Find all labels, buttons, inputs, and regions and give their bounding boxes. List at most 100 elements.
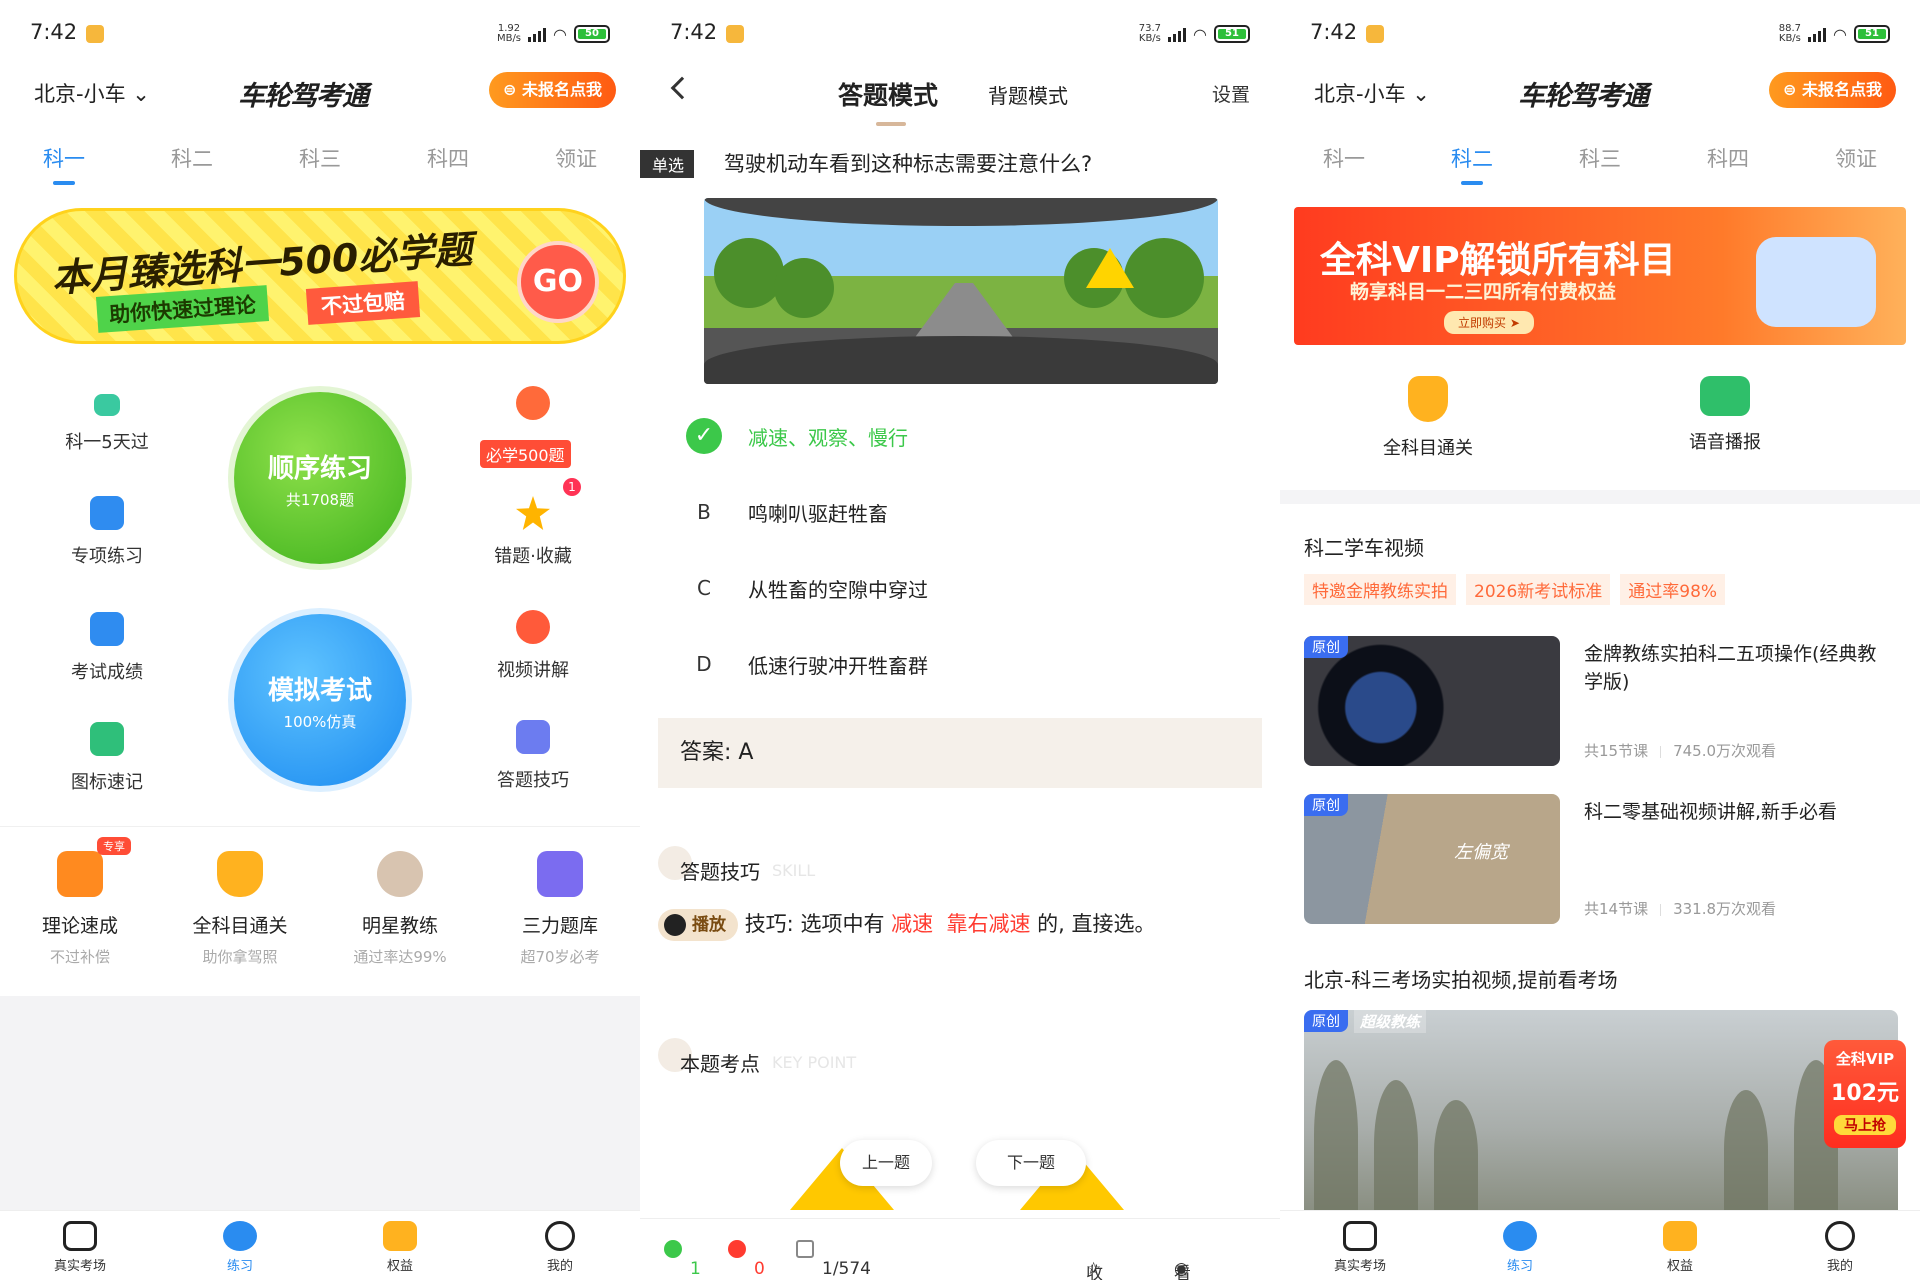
vip-offer-sticker[interactable]: 全科VIP 102元 马上抢 bbox=[1824, 1040, 1906, 1148]
question-type-badge: 单选 bbox=[640, 150, 695, 178]
tag: 特邀金牌教练实拍 bbox=[1304, 574, 1456, 605]
feature-row: 专享 理论速成 不过补偿 全科目通关 助你拿驾照 明星教练 通过率达99% 三力… bbox=[0, 826, 640, 996]
all-subjects-entry[interactable]: 全科目通关 bbox=[1328, 376, 1528, 460]
empty-area bbox=[0, 996, 640, 1211]
prev-question-button[interactable]: 上一题 bbox=[840, 1140, 932, 1186]
play-icon bbox=[516, 610, 550, 644]
city-selector[interactable]: 北京-小车 ⌄ bbox=[1314, 78, 1430, 108]
next-question-button[interactable]: 下一题 bbox=[976, 1140, 1086, 1186]
network-speed: 88.7 KB/s bbox=[1778, 23, 1802, 44]
tab-subject1[interactable]: 科一 bbox=[4, 135, 124, 195]
notification-icon bbox=[1366, 25, 1384, 43]
promo-banner[interactable]: 本月臻选科一500必学题 助你快速过理论 不过包赔 GO bbox=[14, 208, 626, 344]
question-progress[interactable]: 1/574 bbox=[796, 1239, 871, 1279]
tab-answer-mode[interactable]: 答题模式 bbox=[838, 76, 938, 112]
question-image bbox=[704, 198, 1218, 384]
video-lecture-entry[interactable]: 视频讲解 bbox=[458, 610, 608, 682]
nav-practice[interactable]: 练习 bbox=[1460, 1211, 1580, 1280]
tab-subject1[interactable]: 科一 bbox=[1284, 135, 1404, 195]
wrong-count: 0 bbox=[728, 1239, 765, 1279]
tab-subject2[interactable]: 科二 bbox=[1412, 135, 1532, 195]
video-item[interactable]: 原创 左偏宽 科二零基础视频讲解,新手必看 共14节课 331.8万次观看 bbox=[1304, 794, 1904, 924]
answer-tips-entry[interactable]: 答题技巧 bbox=[458, 720, 608, 792]
monitor-icon bbox=[1343, 1221, 1377, 1251]
coach-avatar bbox=[377, 851, 423, 897]
wrong-count-badge: 1 bbox=[563, 478, 581, 496]
vip-banner[interactable]: 全科VIP解锁所有科目 畅享科目一二三四所有付费权益 立即购买 ➤ bbox=[1294, 207, 1906, 345]
option-b[interactable]: B 鸣喇叭驱赶牲畜 bbox=[684, 492, 888, 532]
tab-license[interactable]: 领证 bbox=[516, 135, 636, 195]
status-bar: 7:42 73.7 KB/s ◠ 51 bbox=[640, 0, 1280, 68]
all-subjects-entry[interactable]: 全科目通关 助你拿驾照 bbox=[165, 827, 315, 996]
speaker-icon bbox=[664, 914, 686, 936]
question-bank-icon bbox=[537, 851, 583, 897]
signal-icon bbox=[1168, 26, 1187, 42]
nav-benefits[interactable]: 权益 bbox=[1620, 1211, 1740, 1280]
nav-practice[interactable]: 练习 bbox=[180, 1211, 300, 1280]
video-meta: 共15节课 745.0万次观看 bbox=[1584, 742, 1777, 760]
tag: 通过率98% bbox=[1620, 574, 1726, 605]
vip-icon bbox=[57, 851, 103, 897]
tab-recite-mode[interactable]: 背题模式 bbox=[988, 80, 1068, 109]
must500-entry[interactable] bbox=[458, 386, 608, 420]
shield-crown-icon bbox=[1408, 376, 1448, 422]
option-c[interactable]: C 从牲畜的空隙中穿过 bbox=[684, 568, 928, 608]
back-icon[interactable] bbox=[670, 76, 694, 100]
grab-now-button: 马上抢 bbox=[1834, 1115, 1896, 1135]
play-audio-button[interactable]: 播放 bbox=[658, 909, 738, 941]
settings-button[interactable]: 设置 bbox=[1212, 80, 1250, 107]
tip-keyword: 靠右减速 bbox=[946, 912, 1031, 936]
option-d[interactable]: D 低速行驶冲开牲畜群 bbox=[684, 644, 928, 684]
battery-icon: 50 bbox=[574, 25, 610, 43]
special-practice-entry[interactable]: 专项练习 bbox=[32, 496, 182, 568]
star-coach-entry[interactable]: 明星教练 通过率达99% bbox=[325, 827, 475, 996]
tab-subject3[interactable]: 科三 bbox=[1540, 135, 1660, 195]
nav-mine[interactable]: 我的 bbox=[500, 1211, 620, 1280]
exam-route-video[interactable]: 原创 超级教练 bbox=[1304, 1010, 1898, 1210]
nav-real-exam[interactable]: 真实考场 bbox=[1300, 1211, 1420, 1280]
status-time: 7:42 bbox=[670, 20, 718, 44]
mock-exam-button[interactable]: 模拟考试 100%仿真 bbox=[234, 614, 406, 786]
nav-benefits[interactable]: 权益 bbox=[340, 1211, 460, 1280]
order-practice-button[interactable]: 顺序练习 共1708题 bbox=[234, 392, 406, 564]
screen-question: 7:42 73.7 KB/s ◠ 51 答题模式 背题模式 设置 单选 驾驶机动… bbox=[640, 0, 1280, 1280]
top-header: 北京-小车 ⌄ 车轮驾考通 ⊜ 未报名点我 bbox=[0, 68, 640, 116]
wrong-fav-entry[interactable]: 错题·收藏 bbox=[458, 496, 608, 568]
notification-icon bbox=[86, 25, 104, 43]
city-selector[interactable]: 北京-小车 ⌄ bbox=[34, 78, 150, 108]
tab-subject2[interactable]: 科二 bbox=[132, 135, 252, 195]
vip-illustration bbox=[1756, 237, 1876, 327]
video-meta: 共14节课 331.8万次观看 bbox=[1584, 900, 1777, 918]
tip-keyword: 减速 bbox=[891, 912, 934, 936]
three-ability-entry[interactable]: 三力题库 超70岁必考 bbox=[485, 827, 635, 996]
exam-scores-entry[interactable]: 考试成绩 bbox=[32, 612, 182, 684]
sign-up-button[interactable]: ⊜ 未报名点我 bbox=[489, 72, 616, 108]
signal-icon bbox=[1808, 26, 1827, 42]
practice-icon bbox=[223, 1221, 257, 1251]
tab-license[interactable]: 领证 bbox=[1796, 135, 1916, 195]
sign-memory-entry[interactable]: 图标速记 bbox=[32, 722, 182, 794]
voice-broadcast-entry[interactable]: 语音播报 bbox=[1625, 376, 1825, 454]
nav-mine[interactable]: 我的 bbox=[1780, 1211, 1900, 1280]
vip-crown-icon bbox=[1663, 1221, 1697, 1251]
banner-go-button[interactable]: GO bbox=[517, 241, 599, 323]
tab-subject3[interactable]: 科三 bbox=[260, 135, 380, 195]
video-item[interactable]: 原创 金牌教练实拍科二五项操作(经典教学版) 共15节课 745.0万次观看 bbox=[1304, 636, 1904, 766]
chat-icon bbox=[1825, 1221, 1855, 1251]
tab-subject4[interactable]: 科四 bbox=[388, 135, 508, 195]
nav-real-exam[interactable]: 真实考场 bbox=[20, 1211, 140, 1280]
app-logo: 车轮驾考通 bbox=[238, 81, 369, 112]
theory-fast-entry[interactable]: 专享 理论速成 不过补偿 bbox=[5, 827, 155, 996]
section-divider bbox=[1280, 490, 1920, 504]
k1-5days-entry[interactable]: 科一5天过 bbox=[32, 394, 182, 454]
video-thumbnail: 原创 bbox=[1304, 636, 1560, 766]
buy-now-button[interactable]: 立即购买 ➤ bbox=[1444, 311, 1534, 334]
skill-section-title: 答题技巧 SKILL bbox=[658, 846, 815, 885]
video-title: 科二零基础视频讲解,新手必看 bbox=[1584, 801, 1838, 823]
sign-up-button[interactable]: ⊜ 未报名点我 bbox=[1769, 72, 1896, 108]
tab-subject4[interactable]: 科四 bbox=[1668, 135, 1788, 195]
book-icon bbox=[516, 720, 550, 754]
must500-badge[interactable]: 必学500题 bbox=[480, 440, 571, 468]
option-a[interactable]: ✓ 减速、观察、慢行 bbox=[684, 416, 908, 456]
status-time: 7:42 bbox=[1310, 20, 1358, 44]
